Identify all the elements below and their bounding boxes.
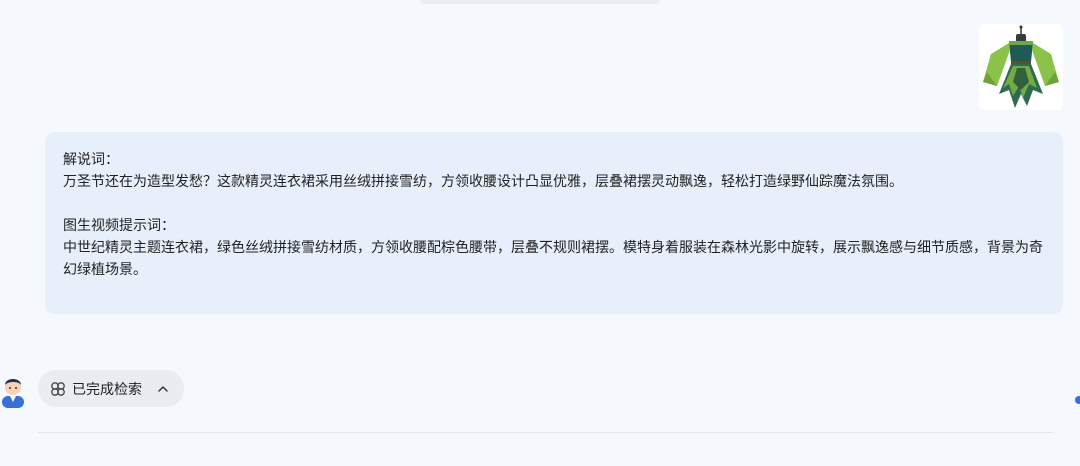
avatar-icon [2,379,24,408]
search-status-icon [50,381,66,397]
prompt-text: 中世纪精灵主题连衣裙，绿色丝绒拼接雪纺材质，方领收腰配棕色腰带，层叠不规则裙摆。… [63,240,1043,278]
prompt-label: 图生视频提示词： [63,218,175,234]
top-scroll-strip [420,0,660,4]
chat-page: 解说词： 万圣节还在为造型发愁？这款精灵连衣裙采用丝绒拼接雪纺，方领收腰设计凸显… [0,0,1080,466]
search-status-label: 已完成检索 [72,381,142,398]
assistant-message-bubble: 解说词： 万圣节还在为造型发愁？这款精灵连衣裙采用丝绒拼接雪纺，方领收腰设计凸显… [45,132,1063,314]
chevron-up-icon [156,382,170,396]
dress-illustration [983,25,1059,108]
commentary-text: 万圣节还在为造型发愁？这款精灵连衣裙采用丝绒拼接雪纺，方领收腰设计凸显优雅，层叠… [63,174,903,190]
scroll-indicator[interactable] [1075,396,1080,404]
search-complete-toggle[interactable]: 已完成检索 [38,370,184,407]
message-divider [38,432,1053,433]
uploaded-dress-image[interactable] [979,24,1063,110]
assistant-avatar [0,372,28,408]
commentary-label: 解说词： [63,152,119,168]
